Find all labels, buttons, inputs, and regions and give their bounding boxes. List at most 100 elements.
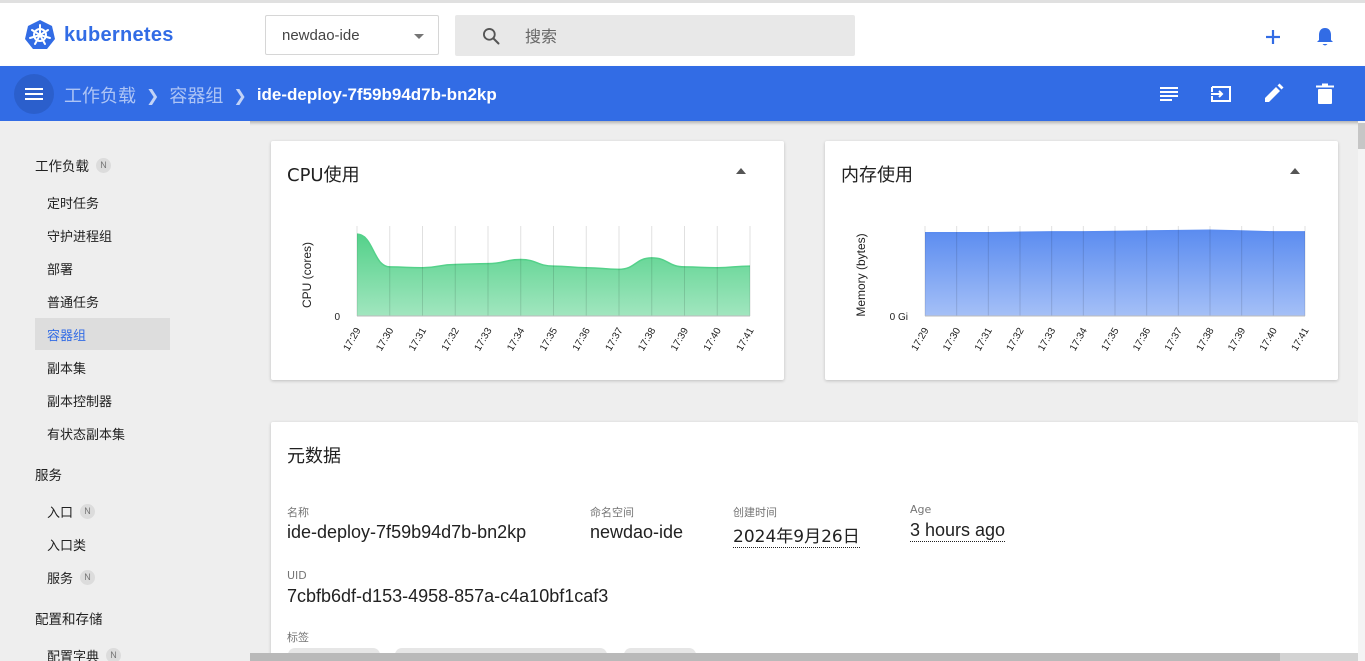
data-point: [1304, 231, 1306, 233]
sidebar-section-services[interactable]: 服务: [35, 464, 62, 484]
sidebar-item-label: 副本控制器: [47, 394, 113, 410]
sidebar-item-replicationcontrollers[interactable]: 副本控制器: [35, 384, 170, 416]
x-tick-label: 17:40: [1258, 326, 1280, 354]
sidebar-item-pods[interactable]: 容器组: [35, 318, 170, 350]
scrollbar-thumb[interactable]: [1358, 123, 1365, 149]
namespace-value: newdao-ide: [282, 27, 360, 44]
namespace-value[interactable]: newdao-ide: [590, 522, 683, 543]
x-tick-label: 17:31: [407, 326, 429, 354]
sidebar-item-label: 部署: [47, 262, 74, 278]
sidebar-item-replicasets[interactable]: 副本集: [35, 351, 170, 383]
sidebar-item-services[interactable]: 服务 N: [35, 561, 170, 593]
sidebar-item-label: 入口类: [47, 538, 87, 554]
age-label: Age: [910, 503, 932, 516]
x-tick-label: 17:39: [669, 326, 691, 354]
sidebar-item-label: 副本集: [47, 361, 87, 377]
exec-icon[interactable]: [1209, 82, 1233, 106]
x-tick-label: 17:38: [1195, 326, 1217, 354]
plus-icon: [1266, 30, 1280, 44]
horizontal-scrollbar[interactable]: [250, 653, 1358, 661]
sidebar-item-label: 入口: [47, 505, 74, 521]
x-tick-label: 17:33: [473, 326, 495, 354]
y-axis-label: Memory (bytes): [854, 233, 868, 316]
x-tick-label: 17:34: [505, 326, 527, 354]
search-icon: [483, 28, 500, 45]
x-tick-label: 17:40: [702, 326, 724, 354]
logs-icon[interactable]: [1157, 82, 1181, 106]
x-tick-label: 17:39: [1226, 326, 1248, 354]
created-label: 创建时间: [733, 506, 777, 519]
namespace-label: 命名空间: [590, 506, 634, 519]
sidebar-section-workloads[interactable]: 工作负载 N: [35, 155, 111, 175]
vertical-scrollbar[interactable]: [1358, 121, 1365, 661]
x-tick-label: 17:36: [1131, 326, 1153, 354]
y-tick-label: 0: [334, 312, 340, 323]
sidebar-section-label: 配置和存储: [35, 612, 103, 628]
x-tick-label: 17:29: [342, 326, 364, 354]
x-tick-label: 17:41: [735, 326, 757, 354]
search-box[interactable]: [455, 15, 855, 56]
namespace-select[interactable]: newdao-ide: [265, 15, 439, 55]
namespaced-badge: N: [96, 157, 111, 173]
sidebar-item-label: 容器组: [47, 328, 87, 344]
menu-button[interactable]: [14, 74, 54, 114]
sidebar-item-jobs[interactable]: 普通任务: [35, 285, 170, 317]
data-point: [683, 266, 685, 268]
breadcrumb-current: ide-deploy-7f59b94d7b-bn2kp: [256, 85, 497, 104]
sidebar-nav: 工作负载 N 定时任务 守护进程组 部署 普通任务 容器组 副本集 副本控制器 …: [0, 121, 250, 661]
breadcrumb-workloads[interactable]: 工作负载: [64, 82, 136, 108]
sidebar-item-ingresses[interactable]: 入口 N: [35, 495, 170, 527]
data-point: [1240, 230, 1242, 232]
sidebar-item-label: 普通任务: [47, 295, 100, 311]
x-tick-label: 17:31: [973, 326, 995, 354]
sidebar-item-label: 服务: [47, 571, 74, 587]
cpu-chart: 17:29 17:30 17:31 17:32 17:33 17:34 17:35 17:36…: [300, 226, 757, 354]
sidebar-item-label: 有状态副本集: [47, 427, 126, 443]
create-button[interactable]: [1261, 25, 1285, 49]
x-tick-label: 17:30: [941, 326, 963, 354]
data-point: [749, 265, 751, 267]
search-input[interactable]: [525, 25, 825, 47]
y-tick-label: 0 Gi: [890, 312, 908, 323]
sidebar-item-ingressclasses[interactable]: 入口类: [35, 528, 170, 560]
edit-icon[interactable]: [1261, 82, 1285, 106]
chevron-right-icon: ❯: [233, 85, 247, 105]
sidebar-section-label: 服务: [35, 468, 62, 484]
data-point: [1209, 229, 1211, 231]
data-point: [389, 266, 391, 268]
data-point: [1145, 230, 1147, 232]
delete-icon[interactable]: [1313, 82, 1337, 106]
x-tick-label: 17:35: [538, 326, 560, 354]
cpu-usage-card: CPU使用 17:29 17:30 17:31 17:32 17:33 17:34 17:3…: [271, 141, 784, 380]
sidebar-item-deployments[interactable]: 部署: [35, 252, 170, 284]
logo[interactable]: kubernetes: [24, 19, 174, 51]
data-point: [716, 267, 718, 269]
sidebar-item-configmaps[interactable]: 配置字典 N: [35, 639, 170, 661]
sidebar-item-statefulsets[interactable]: 有状态副本集: [35, 417, 170, 449]
data-point: [618, 268, 620, 270]
data-point: [1019, 231, 1021, 233]
sidebar-item-label: 配置字典: [47, 649, 100, 661]
x-tick-label: 17:33: [1036, 326, 1058, 354]
notifications-button[interactable]: [1313, 25, 1337, 49]
sidebar-item-daemonsets[interactable]: 守护进程组: [35, 219, 170, 251]
x-tick-label: 17:29: [910, 326, 932, 354]
created-value[interactable]: 2024年9月26日: [733, 522, 860, 548]
breadcrumb-pods[interactable]: 容器组: [169, 82, 223, 108]
card-title: 元数据: [287, 446, 341, 467]
labels-label: 标签: [287, 631, 309, 644]
data-point: [520, 258, 522, 260]
namespaced-badge: N: [80, 569, 96, 585]
sidebar-item-cronjobs[interactable]: 定时任务: [35, 186, 170, 218]
namespaced-badge: N: [106, 647, 122, 661]
data-point: [1177, 229, 1179, 231]
sidebar-section-label: 工作负载: [35, 159, 89, 175]
scrollbar-thumb[interactable]: [250, 653, 1280, 661]
name-label: 名称: [287, 506, 309, 519]
data-point: [1050, 231, 1052, 233]
x-tick-label: 17:32: [1005, 326, 1027, 354]
sidebar-section-config[interactable]: 配置和存储: [35, 608, 103, 628]
data-point: [987, 232, 989, 234]
x-tick-label: 17:32: [440, 326, 462, 354]
age-value[interactable]: 3 hours ago: [910, 520, 1006, 542]
